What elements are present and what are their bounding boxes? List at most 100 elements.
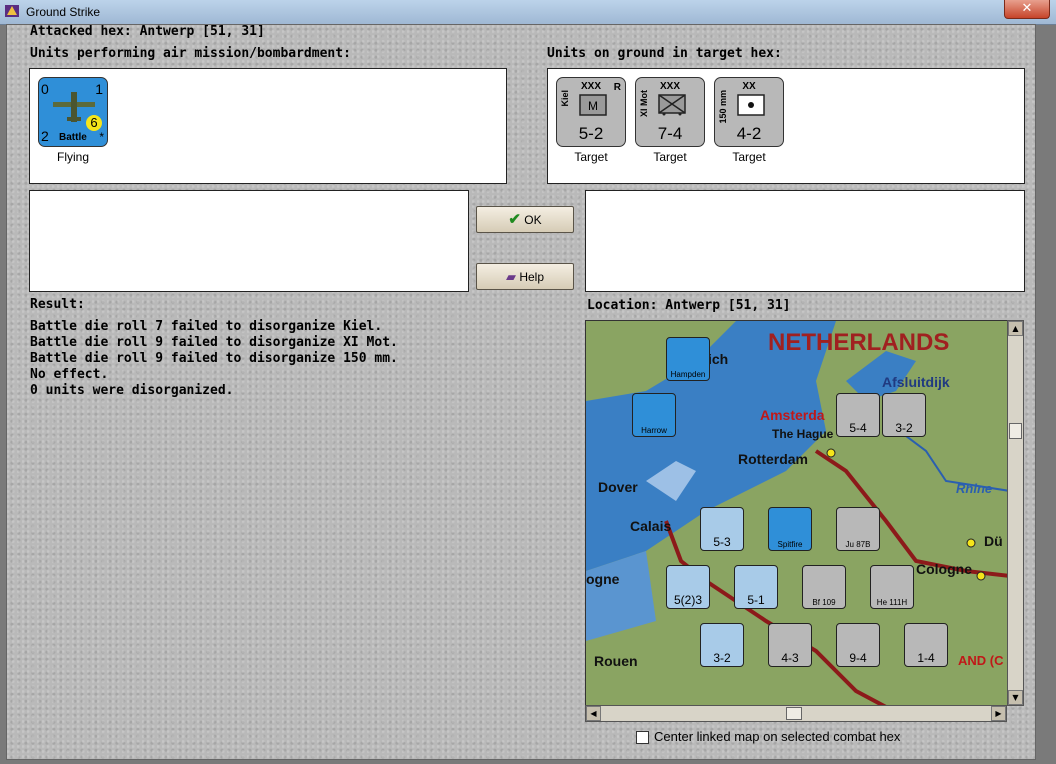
- ground-units-panel: XXX R Kiel M 5-2 Target XXX XI Mot 7-4 T…: [547, 68, 1025, 184]
- right-detail-panel: [585, 190, 1025, 292]
- map-label: AND (C: [958, 653, 1004, 668]
- close-button[interactable]: ✕: [1004, 0, 1050, 19]
- ground-unit-status: Target: [653, 150, 687, 164]
- scroll-left-icon[interactable]: ◀: [586, 706, 601, 721]
- ok-label: OK: [524, 213, 542, 227]
- counter-label: 5-3: [713, 535, 731, 549]
- map-label: The Hague: [772, 427, 834, 441]
- svg-text:M: M: [588, 99, 598, 113]
- ground-units-header: Units on ground in target hex:: [547, 46, 782, 61]
- map-label: ich: [708, 351, 729, 367]
- ok-button[interactable]: ✔ OK: [476, 206, 574, 233]
- map-ground-counter[interactable]: 1-4: [904, 623, 948, 667]
- map-ground-counter[interactable]: 3-2: [882, 393, 926, 437]
- map-air-counter[interactable]: He 111H: [870, 565, 914, 609]
- counter-label: 3-2: [895, 421, 913, 435]
- check-icon: ✔: [508, 211, 521, 228]
- map-label: Rouen: [594, 653, 638, 669]
- map-label: Calais: [630, 518, 672, 534]
- horizontal-scroll-thumb[interactable]: [786, 707, 802, 720]
- app-icon: [5, 5, 19, 17]
- map-air-counter[interactable]: Spitfire: [768, 507, 812, 551]
- result-line: 0 units were disorganized.: [30, 383, 234, 398]
- mechanized-symbol-icon: M: [579, 94, 607, 116]
- motorized-symbol-icon: [658, 94, 686, 116]
- counter-label: 5-1: [747, 593, 765, 607]
- map-label-netherlands: NETHERLANDS: [768, 329, 950, 356]
- air-unit-bottom-left: 2: [41, 128, 49, 144]
- scroll-right-icon[interactable]: ▶: [991, 706, 1006, 721]
- result-line: No effect.: [30, 367, 109, 382]
- map-ground-counter[interactable]: 9-4: [836, 623, 880, 667]
- map-label: Cologne: [916, 561, 972, 577]
- map-ground-counter[interactable]: 5-1: [734, 565, 778, 609]
- window-title: Ground Strike: [26, 5, 101, 19]
- ground-unit-status: Target: [732, 150, 766, 164]
- unit-strength: 4-2: [736, 124, 762, 143]
- counter-label: Harrow: [641, 426, 667, 435]
- help-label: Help: [519, 270, 545, 284]
- map-label: Dü: [984, 533, 1003, 549]
- result-line: Battle die roll 9 failed to disorganize …: [30, 335, 398, 350]
- unit-name: 150 mm: [718, 90, 728, 124]
- map-air-counter[interactable]: Harrow: [632, 393, 676, 437]
- air-unit-status: Flying: [56, 150, 89, 164]
- help-button[interactable]: ▰ Help: [476, 263, 574, 290]
- counter-label: 5(2)3: [673, 593, 702, 607]
- counter-label: Hampden: [670, 370, 706, 379]
- map-vertical-scrollbar[interactable]: ▲ ▼: [1007, 320, 1024, 706]
- map-air-counter[interactable]: Hampden: [666, 337, 710, 381]
- air-unit-value: 6: [86, 115, 102, 131]
- unit-strength: 7-4: [657, 124, 683, 143]
- air-unit-star: *: [99, 130, 104, 144]
- air-unit-counter[interactable]: 0 1 2 Battle 6 *: [38, 77, 108, 147]
- counter-label: 3-2: [713, 651, 731, 665]
- result-line: Battle die roll 7 failed to disorganize …: [30, 319, 383, 334]
- artillery-symbol-icon: [737, 94, 765, 116]
- map-label: ogne: [586, 571, 620, 587]
- left-detail-panel: [29, 190, 469, 292]
- attacked-hex-label: Attacked hex: Antwerp [51, 31]: [30, 24, 265, 39]
- counter-label: Spitfire: [777, 540, 803, 549]
- map-label: Dover: [598, 479, 638, 495]
- unit-corner: R: [613, 82, 621, 93]
- counter-label: Ju 87B: [845, 540, 871, 549]
- counter-label: 1-4: [917, 651, 935, 665]
- unit-name: XI Mot: [639, 90, 649, 117]
- ground-unit-status: Target: [574, 150, 608, 164]
- map-ground-counter[interactable]: 5(2)3: [666, 565, 710, 609]
- ground-unit-counter[interactable]: XXX R Kiel M 5-2: [556, 77, 626, 147]
- map-ground-counter[interactable]: 5-3: [700, 507, 744, 551]
- unit-name: Kiel: [560, 90, 570, 107]
- result-log: Battle die roll 7 failed to disorganize …: [30, 319, 398, 399]
- ground-unit-counter[interactable]: XX 150 mm 4-2: [714, 77, 784, 147]
- counter-label: 4-3: [781, 651, 799, 665]
- map-label: Amsterda: [760, 407, 825, 423]
- map-ground-counter[interactable]: 3-2: [700, 623, 744, 667]
- center-map-checkbox[interactable]: [636, 731, 649, 744]
- air-units-header: Units performing air mission/bombardment…: [30, 46, 351, 61]
- map-air-counter[interactable]: Ju 87B: [836, 507, 880, 551]
- vertical-scroll-thumb[interactable]: [1009, 423, 1022, 439]
- result-header: Result:: [30, 297, 85, 312]
- counter-label: 9-4: [849, 651, 867, 665]
- scroll-down-icon[interactable]: ▼: [1008, 690, 1023, 705]
- map-label: Rhine: [956, 481, 993, 496]
- help-book-icon: ▰: [505, 269, 516, 284]
- air-unit-top-left: 0: [41, 81, 49, 97]
- map-label: Rotterdam: [738, 451, 809, 467]
- unit-strength: 5-2: [578, 124, 604, 143]
- map-ground-counter[interactable]: 5-4: [836, 393, 880, 437]
- ground-unit-counter[interactable]: XXX XI Mot 7-4: [635, 77, 705, 147]
- location-map[interactable]: NETHERLANDS ich Afsluitdijk Amsterda The…: [585, 320, 1009, 706]
- scroll-up-icon[interactable]: ▲: [1008, 321, 1023, 336]
- counter-label: He 111H: [876, 598, 908, 607]
- location-header: Location: Antwerp [51, 31]: [587, 298, 791, 313]
- title-bar: Ground Strike ✕: [0, 0, 1056, 25]
- map-ground-counter[interactable]: 4-3: [768, 623, 812, 667]
- counter-label: 5-4: [849, 421, 867, 435]
- map-air-counter[interactable]: Bf 109: [802, 565, 846, 609]
- map-horizontal-scrollbar[interactable]: ◀ ▶: [585, 705, 1007, 722]
- air-units-panel: 0 1 2 Battle 6 * Flying: [29, 68, 507, 184]
- result-line: Battle die roll 9 failed to disorganize …: [30, 351, 398, 366]
